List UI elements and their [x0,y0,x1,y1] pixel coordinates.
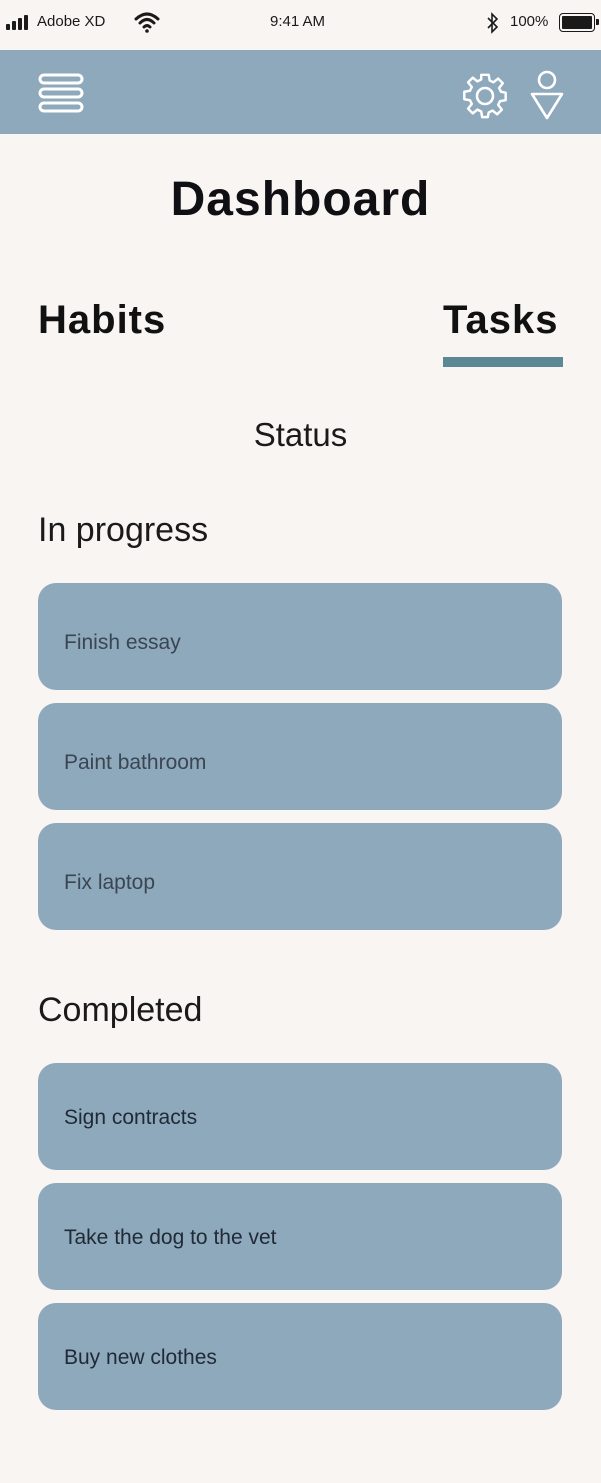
task-label: Fix laptop [64,871,156,894]
status-bar: Adobe XD 9:41 AM 100% [0,0,601,50]
carrier-name: Adobe XD [37,13,106,30]
signal-strength-icon [6,14,28,30]
task-label: Take the dog to the vet [64,1226,277,1249]
active-tab-indicator [443,357,563,367]
task-label: Buy new clothes [64,1346,217,1369]
tab-habits[interactable]: Habits [38,298,166,343]
bluetooth-icon [487,12,499,34]
wifi-icon [134,12,160,33]
clock-time: 9:41 AM [270,13,326,30]
task-label: Sign contracts [64,1106,198,1129]
tab-tasks[interactable]: Tasks [443,298,558,343]
completed-heading: Completed [38,991,203,1029]
completed-task-card[interactable]: Take the dog to the vet [38,1183,562,1290]
profile-icon[interactable] [529,70,565,122]
battery-icon [559,13,599,32]
task-label: Finish essay [64,631,181,654]
task-label: Paint bathroom [64,751,207,774]
in-progress-heading: In progress [38,511,209,549]
page-title: Dashboard [170,173,431,226]
task-card[interactable]: Finish essay [38,583,562,690]
battery-percentage: 100% [510,13,549,30]
completed-task-card[interactable]: Sign contracts [38,1063,562,1170]
status-heading: Status [253,416,348,453]
completed-task-card[interactable]: Buy new clothes [38,1303,562,1410]
task-card[interactable]: Paint bathroom [38,703,562,810]
hamburger-menu-icon[interactable] [38,72,84,114]
gear-icon[interactable] [461,72,509,120]
task-card[interactable]: Fix laptop [38,823,562,930]
app-bar [0,50,601,134]
